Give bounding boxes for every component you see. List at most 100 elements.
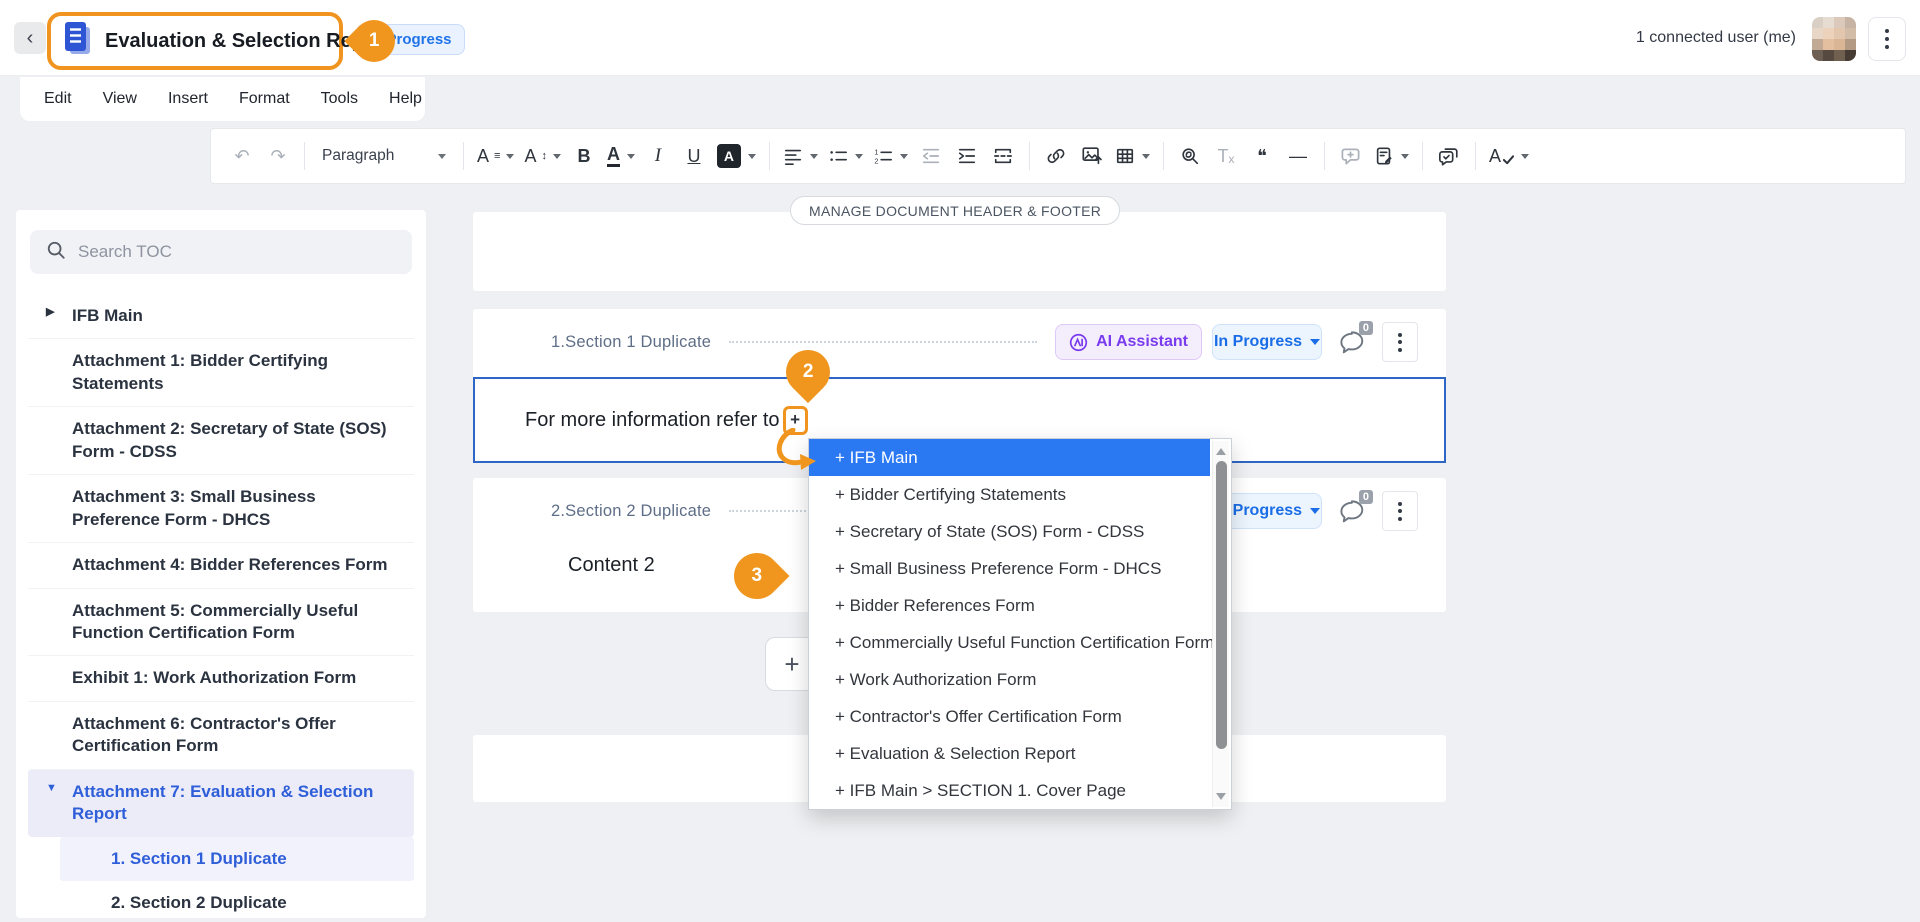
indent-icon[interactable] <box>950 137 984 175</box>
section-1-kebab-menu[interactable] <box>1382 322 1418 362</box>
italic-icon[interactable]: I <box>641 137 675 175</box>
scroll-up-icon[interactable] <box>1216 448 1226 455</box>
scrollbar-thumb[interactable] <box>1216 461 1227 749</box>
reference-option[interactable]: + Bidder References Form <box>809 587 1210 624</box>
menu-item[interactable]: Format <box>239 90 290 108</box>
menu-item[interactable]: Edit <box>44 90 72 108</box>
chevron-down-icon <box>1142 154 1150 159</box>
toolbar-separator <box>769 142 770 170</box>
toc-item-label: Attachment 2: Secretary of State (SOS) F… <box>72 419 387 460</box>
numbered-list-icon[interactable]: 12 <box>869 137 912 175</box>
toc-item[interactable]: Attachment 1: Bidder Certifying Statemen… <box>28 338 414 406</box>
toc-caret-icon: ▶ <box>46 305 54 320</box>
section-1-status-dropdown[interactable]: In Progress <box>1212 324 1322 360</box>
section-1-content-text: For more information refer to <box>525 409 780 432</box>
toc-item-label: Attachment 1: Bidder Certifying Statemen… <box>72 351 328 392</box>
reference-option[interactable]: + Secretary of State (SOS) Form - CDSS <box>809 513 1210 550</box>
toc-item[interactable]: 1. Section 1 Duplicate <box>60 837 414 881</box>
toc-item-label: Attachment 4: Bidder References Form <box>72 555 388 574</box>
dropdown-scrollbar[interactable] <box>1212 441 1229 807</box>
chevron-down-icon <box>810 154 818 159</box>
page-break-icon[interactable] <box>986 137 1020 175</box>
toc-item[interactable]: Attachment 2: Secretary of State (SOS) F… <box>28 406 414 474</box>
link-icon[interactable] <box>1039 137 1073 175</box>
redo-icon[interactable]: ↷ <box>261 137 295 175</box>
toc-item[interactable]: ▼ Attachment 7: Evaluation & Selection R… <box>28 769 414 837</box>
bold-icon[interactable]: B <box>567 137 601 175</box>
chevron-down-icon <box>553 154 561 159</box>
back-button[interactable]: ‹ <box>14 22 46 54</box>
toc-item[interactable]: Exhibit 1: Work Authorization Form <box>28 655 414 700</box>
font-color-icon[interactable]: A <box>603 137 639 175</box>
reference-option[interactable]: + Small Business Preference Form - DHCS <box>809 550 1210 587</box>
kebab-dot <box>1885 29 1889 33</box>
toc-item[interactable]: Attachment 3: Small Business Preference … <box>28 474 414 542</box>
reference-option[interactable]: + Evaluation & Selection Report <box>809 735 1210 772</box>
toc-search-input[interactable] <box>78 242 396 262</box>
reference-option-label: + Small Business Preference Form - DHCS <box>835 559 1161 579</box>
horizontal-line-icon[interactable]: — <box>1281 137 1315 175</box>
toolbar-separator <box>1029 142 1030 170</box>
section-2-title: 2.Section 2 Duplicate <box>551 502 711 521</box>
reference-option[interactable]: + Work Authorization Form <box>809 661 1210 698</box>
chevron-down-icon <box>506 154 514 159</box>
reference-option[interactable]: + IFB Main <box>809 439 1210 476</box>
text-align-icon[interactable] <box>779 137 822 175</box>
block-quote-icon[interactable]: ❝ <box>1245 137 1279 175</box>
outdent-icon[interactable] <box>914 137 948 175</box>
editor-toolbar: ↶ ↷ Paragraph A≡ A↕ B A I U A 12 Tₓ ❝ — … <box>210 128 1906 184</box>
toolbar-separator <box>1163 142 1164 170</box>
menu-item[interactable]: View <box>103 90 137 108</box>
toc-tree: ▶ IFB Main Attachment 1: Bidder Certifyi… <box>16 282 426 922</box>
font-size-icon[interactable]: A↕ <box>520 137 565 175</box>
chevron-down-icon <box>1521 154 1529 159</box>
find-replace-icon[interactable] <box>1173 137 1207 175</box>
insert-table-icon[interactable] <box>1111 137 1154 175</box>
insert-image-icon[interactable] <box>1075 137 1109 175</box>
toc-item[interactable]: 2. Section 2 Duplicate <box>28 881 414 922</box>
reference-option[interactable]: + IFB Main > SECTION 1. Cover Page <box>809 772 1210 809</box>
comment-count-badge: 0 <box>1359 321 1373 335</box>
paragraph-style-dropdown[interactable]: Paragraph <box>314 137 454 175</box>
menu-item[interactable]: Help <box>389 90 422 108</box>
scroll-down-icon[interactable] <box>1216 793 1226 800</box>
menu-item[interactable]: Insert <box>168 90 208 108</box>
toc-item[interactable]: Attachment 5: Commercially Useful Functi… <box>28 588 414 656</box>
section-2-comments-button[interactable]: 0 <box>1332 492 1372 530</box>
reference-option[interactable]: + Contractor's Offer Certification Form <box>809 698 1210 735</box>
svg-text:1: 1 <box>874 148 878 157</box>
background-color-icon[interactable]: A <box>713 137 760 175</box>
underline-icon[interactable]: U <box>677 137 711 175</box>
toc-item[interactable]: ▶ IFB Main <box>28 294 414 338</box>
section-1-comments-button[interactable]: 0 <box>1332 323 1372 361</box>
toc-item-label: Attachment 6: Contractor's Offer Certifi… <box>72 714 336 755</box>
comments-archive-icon[interactable] <box>1432 137 1466 175</box>
menu-item[interactable]: Tools <box>321 90 358 108</box>
reference-option[interactable]: + Bidder Certifying Statements <box>809 476 1210 513</box>
toc-item-label: 1. Section 1 Duplicate <box>111 849 287 868</box>
chevron-down-icon <box>900 154 908 159</box>
header-kebab-menu[interactable] <box>1868 17 1906 61</box>
chevron-down-icon <box>627 154 635 159</box>
chevron-down-icon <box>1310 339 1320 345</box>
section-1-title: 1.Section 1 Duplicate <box>551 333 711 352</box>
section-2-kebab-menu[interactable] <box>1382 491 1418 531</box>
ai-assistant-button[interactable]: AI Assistant <box>1055 324 1202 360</box>
add-comment-icon[interactable] <box>1334 137 1368 175</box>
section-2-content-text[interactable]: Content 2 <box>568 554 655 577</box>
spellcheck-icon[interactable]: A <box>1485 137 1533 175</box>
reference-option-label: + Evaluation & Selection Report <box>835 744 1076 764</box>
reference-option[interactable]: + Commercially Useful Function Certifica… <box>809 624 1210 661</box>
connected-users-label: 1 connected user (me) <box>1636 29 1796 47</box>
annotation-curved-arrow <box>772 428 822 472</box>
toc-item[interactable]: Attachment 4: Bidder References Form <box>28 542 414 587</box>
remove-format-icon[interactable]: Tₓ <box>1209 137 1243 175</box>
kebab-dot <box>1398 517 1402 521</box>
search-icon <box>46 240 66 265</box>
font-family-icon[interactable]: A≡ <box>473 137 518 175</box>
toc-item[interactable]: Attachment 6: Contractor's Offer Certifi… <box>28 701 414 769</box>
bulleted-list-icon[interactable] <box>824 137 867 175</box>
track-changes-icon[interactable] <box>1370 137 1413 175</box>
undo-icon[interactable]: ↶ <box>225 137 259 175</box>
manage-header-footer-button[interactable]: MANAGE DOCUMENT HEADER & FOOTER <box>790 196 1120 225</box>
